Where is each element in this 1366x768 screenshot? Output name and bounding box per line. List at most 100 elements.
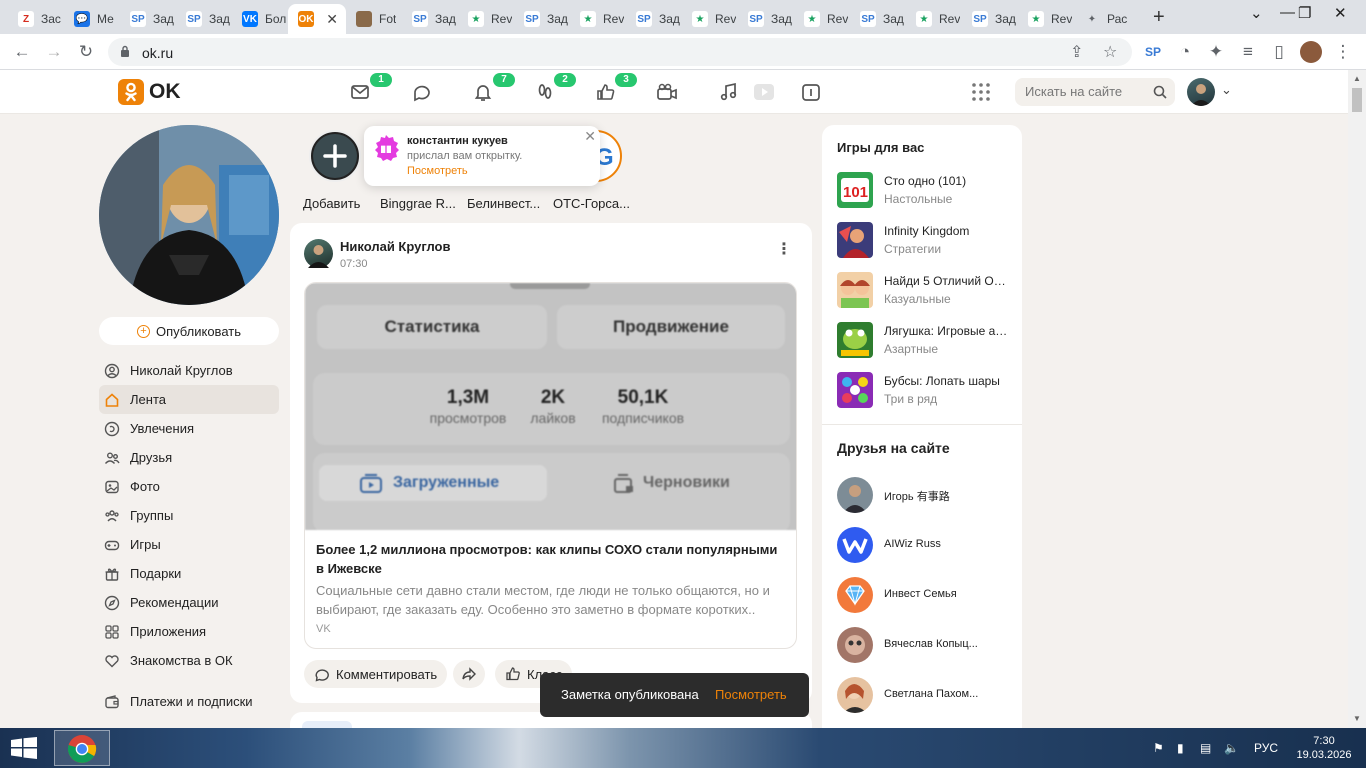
nav-games[interactable]: Игры [99,530,279,559]
extensions-puzzle-icon[interactable]: ✦ [1205,41,1227,63]
close-icon[interactable]: ✕ [584,128,596,145]
share-button[interactable] [453,660,485,688]
address-bar[interactable]: ok.ru ⇪ ☆ [108,38,1132,66]
nav-hobbies[interactable]: Увлечения [99,414,279,443]
nav-profile[interactable]: Николай Круглов [99,356,279,385]
user-avatar[interactable] [1187,78,1215,106]
reload-icon[interactable]: ↻ [75,41,97,63]
browser-tab[interactable]: 💬 Ме [64,4,120,34]
window-chevron-icon[interactable]: ⌄ [1250,4,1263,22]
friend-item[interactable]: Светлана Пахом... [837,677,1017,713]
guests-footprints-icon[interactable] [534,81,556,103]
media-control-icon[interactable]: ≡ [1237,41,1259,63]
windows-start-icon[interactable] [10,737,38,759]
story-add[interactable] [309,130,361,182]
post-author-avatar[interactable] [304,239,333,268]
nav-photos[interactable]: Фото [99,472,279,501]
sp-extension-icon[interactable]: SP [1142,41,1164,63]
extension-compass-icon[interactable]: ◔ [1174,41,1196,63]
browser-tab[interactable]: Fot [346,4,402,34]
discussions-icon[interactable] [411,81,433,103]
side-panel-icon[interactable]: ▯ [1268,41,1290,63]
nav-friends[interactable]: Друзья [99,443,279,472]
nav-gifts[interactable]: Подарки [99,559,279,588]
browser-tab[interactable]: SP Зад [962,4,1018,34]
nav-apps[interactable]: Приложения [99,617,279,646]
game-item[interactable]: Найди 5 Отличий Онлайн Казуальные [837,272,1017,310]
play-icon[interactable] [753,81,775,103]
game-item[interactable]: Лягушка: Игровые автоматы Азартные [837,322,1017,360]
calendar-icon[interactable] [800,81,822,103]
browser-tab[interactable]: SP Зад [402,4,458,34]
restore-icon[interactable]: ❐ [1298,4,1311,22]
browser-tab[interactable]: SP Зад [120,4,176,34]
messages-icon[interactable] [349,81,371,103]
nav-feed[interactable]: Лента [99,385,279,414]
story-label[interactable]: Binggrae R... [380,196,456,211]
tab-close-icon[interactable]: ✕ [326,11,338,28]
share-icon[interactable]: ⇪ [1070,42,1083,62]
ok-logo[interactable]: OK [118,79,181,105]
search-input[interactable] [1025,84,1145,99]
notification-popup[interactable]: константин кукуев прислал вам открытку. … [364,126,600,186]
game-item[interactable]: Infinity Kingdom Стратегии [837,222,1017,260]
browser-tab[interactable]: SP Зад [176,4,232,34]
toast-view-link[interactable]: Посмотреть [715,687,787,702]
friend-item[interactable]: Игорь 有事路 [837,477,1017,513]
notification-view-link[interactable]: Посмотреть [407,165,468,177]
browser-tab[interactable]: ★ Rev [1018,4,1074,34]
scroll-down-icon[interactable]: ▼ [1353,714,1361,723]
browser-tab[interactable]: ★ Rev [906,4,962,34]
browser-tab[interactable]: ★ Rev [682,4,738,34]
new-tab-button[interactable]: + [1153,6,1165,29]
search-icon[interactable] [1153,85,1167,99]
browser-tab[interactable]: ✦ Рас [1074,4,1130,34]
browser-tab[interactable]: ★ Rev [794,4,850,34]
tray-clock[interactable]: 7:30 19.03.2026 [1294,734,1354,762]
tray-flag-icon[interactable]: ⚑ [1153,741,1164,755]
browser-tab[interactable]: SP Зад [514,4,570,34]
friend-item[interactable]: AIWiz Russ [837,527,1017,563]
browser-tab[interactable]: ★ Rev [458,4,514,34]
browser-tab[interactable]: VK Бол [232,4,288,34]
friend-item[interactable]: Инвест Семья [837,577,1017,613]
likes-icon[interactable] [595,81,617,103]
account-chevron-icon[interactable]: ⌄ [1221,82,1232,98]
forward-icon[interactable]: → [43,41,65,63]
post-menu-icon[interactable]: ⋮ [776,239,792,259]
browser-tab[interactable]: OK ✕ [288,4,346,34]
video-camera-icon[interactable] [656,81,678,103]
profile-avatar-icon[interactable] [1300,41,1322,63]
tray-volume-icon[interactable]: 🔈 [1224,741,1239,755]
music-note-icon[interactable] [718,81,740,103]
game-item[interactable]: 101 Сто одно (101) Настольные [837,172,1017,210]
post-author-name[interactable]: Николай Круглов [340,239,450,254]
back-icon[interactable]: ← [11,41,33,63]
profile-photo[interactable] [99,125,279,305]
tray-network-icon[interactable]: ▤ [1200,741,1211,755]
taskbar-chrome-button[interactable] [54,730,110,766]
browser-tab[interactable]: SP Зад [850,4,906,34]
bookmark-star-icon[interactable]: ☆ [1103,42,1117,62]
browser-tab[interactable]: Z Зас [8,4,64,34]
publish-button[interactable]: + Опубликовать [99,317,279,345]
apps-grid-icon[interactable] [970,81,992,103]
page-scrollbar[interactable]: ▲ ▼ [1348,70,1366,728]
browser-tab[interactable]: ★ Rev [570,4,626,34]
close-window-icon[interactable]: ✕ [1334,4,1347,22]
tray-language[interactable]: РУС [1254,741,1278,755]
post-title[interactable]: Более 1,2 миллиона просмотров: как клипы… [316,540,786,578]
notifications-bell-icon[interactable] [472,81,494,103]
game-item[interactable]: Бубсы: Лопать шары Три в ряд [837,372,1017,410]
post-attachment[interactable]: Статистика Продвижение 1,3M просмотров 2K… [304,282,797,649]
browser-tab[interactable]: SP Зад [738,4,794,34]
games-header[interactable]: Игры для вас [837,140,924,155]
minimize-icon[interactable]: — [1280,4,1295,21]
scrollbar-thumb[interactable] [1352,88,1362,112]
tray-device-icon[interactable]: ▮ [1177,741,1184,755]
scroll-up-icon[interactable]: ▲ [1353,74,1361,83]
nav-dating[interactable]: Знакомства в ОК [99,646,279,675]
nav-payments[interactable]: Платежи и подписки [99,687,279,716]
comment-button[interactable]: Комментировать [304,660,448,688]
friends-online-header[interactable]: Друзья на сайте [837,440,950,456]
